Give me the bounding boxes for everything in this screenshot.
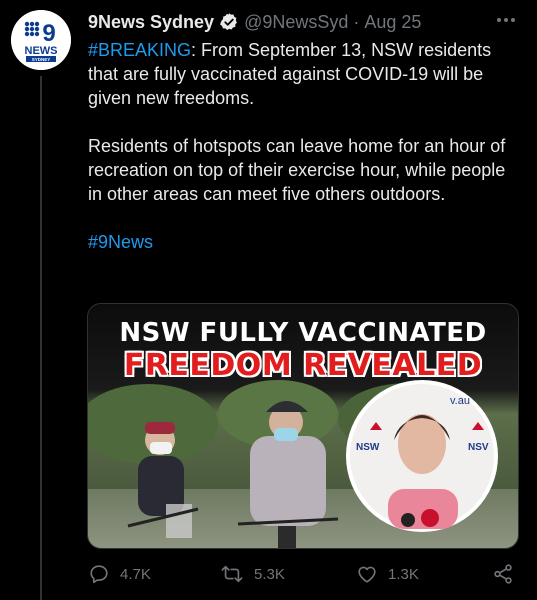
avatar-logo-word: NEWS xyxy=(25,45,58,57)
avatar-logo-sub: SYDNEY xyxy=(32,57,51,62)
reply-button[interactable]: 4.7K xyxy=(88,560,151,588)
retweet-icon xyxy=(220,563,244,585)
like-icon xyxy=(356,563,378,585)
tweet-timestamp[interactable]: Aug 25 xyxy=(364,12,421,33)
background-sign-text: v.au xyxy=(450,395,470,407)
reply-icon xyxy=(88,563,110,585)
share-button[interactable] xyxy=(492,560,514,588)
reply-count: 4.7K xyxy=(120,565,151,583)
verified-badge-icon xyxy=(219,12,239,32)
share-icon xyxy=(492,563,514,585)
header-separator: · xyxy=(353,11,360,32)
tweet-media-image[interactable]: v.au NSW NSV NSW FULLY VACCINATED FREEDO… xyxy=(87,303,519,549)
podium-left-text: NSW xyxy=(356,442,380,453)
speaker-inset: v.au NSW NSV xyxy=(346,380,498,532)
author-handle[interactable]: @9NewsSyd xyxy=(244,12,348,33)
more-icon[interactable] xyxy=(493,10,519,30)
hashtag-breaking[interactable]: #BREAKING xyxy=(88,40,191,60)
hashtag-9news[interactable]: #9News xyxy=(88,232,153,252)
like-button[interactable]: 1.3K xyxy=(356,560,419,588)
author-name[interactable]: 9News Sydney xyxy=(88,12,214,33)
retweet-button[interactable]: 5.3K xyxy=(220,560,285,588)
media-headline-line-1: NSW FULLY VACCINATED xyxy=(119,318,487,348)
tweet-header: 9News Sydney @9NewsSyd · Aug 25 xyxy=(88,10,421,34)
thread-line xyxy=(40,76,42,600)
tweet-paragraph-1: #BREAKING: From September 13, NSW reside… xyxy=(88,38,520,110)
retweet-count: 5.3K xyxy=(254,565,285,583)
tweet-body: #BREAKING: From September 13, NSW reside… xyxy=(88,38,520,254)
tweet-actions: 4.7K 5.3K 1.3K xyxy=(88,560,518,588)
avatar-logo-number: 9 xyxy=(42,20,55,47)
tweet-paragraph-2: Residents of hotspots can leave home for… xyxy=(88,136,506,204)
like-count: 1.3K xyxy=(388,565,419,583)
tweet-paragraph-3: #9News xyxy=(88,230,520,254)
media-headline-line-2: FREEDOM REVEALED xyxy=(123,348,483,383)
nine-news-logo-dots xyxy=(24,21,40,37)
podium-right-text: NSV xyxy=(468,442,489,453)
avatar[interactable]: 9 NEWS SYDNEY xyxy=(11,10,71,70)
